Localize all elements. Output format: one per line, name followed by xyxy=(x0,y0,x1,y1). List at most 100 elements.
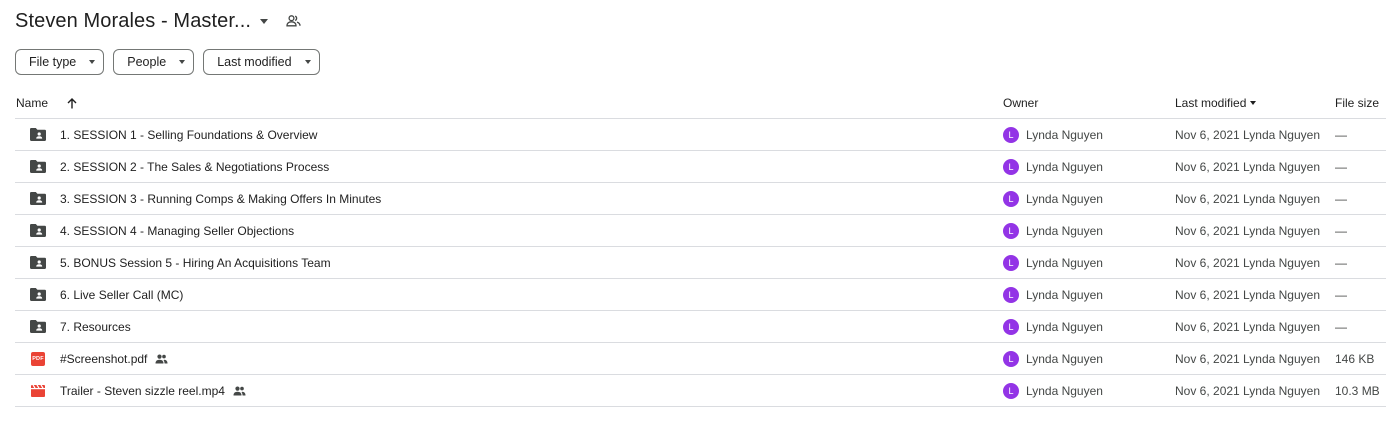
column-last-modified-label: Last modified xyxy=(1175,96,1247,110)
avatar: L xyxy=(1003,286,1019,303)
dropdown-caret-icon xyxy=(89,60,96,64)
owner-cell: L Lynda Nguyen xyxy=(1003,119,1103,150)
last-modified: Nov 6, 2021 Lynda Nguyen xyxy=(1175,255,1320,270)
column-file-size-label: File size xyxy=(1335,96,1380,110)
table-row[interactable]: PDF #Screenshot.pdf L Lynda Nguyen Nov 6… xyxy=(15,343,1386,375)
shared-folder-icon xyxy=(30,215,46,246)
owner-cell: L Lynda Nguyen xyxy=(1003,279,1103,310)
file-name-cell: Trailer - Steven sizzle reel.mp4 xyxy=(60,375,246,406)
column-header-name[interactable]: Name xyxy=(16,88,77,118)
avatar: L xyxy=(1003,254,1019,271)
arrow-up-icon[interactable] xyxy=(67,97,77,109)
shared-folder-icon xyxy=(30,151,46,182)
table-row[interactable]: 4. SESSION 4 - Managing Seller Objection… xyxy=(15,215,1386,247)
owner-name: Lynda Nguyen xyxy=(1026,127,1103,142)
avatar: L xyxy=(1003,382,1019,399)
owner-name: Lynda Nguyen xyxy=(1026,255,1103,270)
table-row[interactable]: 6. Live Seller Call (MC) L Lynda Nguyen … xyxy=(15,279,1386,311)
file-type-filter[interactable]: File type xyxy=(15,49,105,75)
filter-label: File type xyxy=(29,55,77,69)
pdf-icon: PDF xyxy=(30,343,46,374)
owner-name: Lynda Nguyen xyxy=(1026,191,1103,206)
file-size: — xyxy=(1335,127,1347,142)
shared-folder-icon xyxy=(30,247,46,278)
file-name[interactable]: Trailer - Steven sizzle reel.mp4 xyxy=(60,384,225,398)
file-size: — xyxy=(1335,319,1347,334)
file-size: — xyxy=(1335,287,1347,302)
last-modified: Nov 6, 2021 Lynda Nguyen xyxy=(1175,223,1320,238)
file-name[interactable]: 4. SESSION 4 - Managing Seller Objection… xyxy=(60,215,294,246)
column-owner-label: Owner xyxy=(1003,96,1039,110)
table-row[interactable]: 1. SESSION 1 - Selling Foundations & Ove… xyxy=(15,119,1386,151)
column-header-file-size[interactable]: File size xyxy=(1335,88,1379,118)
table-row[interactable]: 7. Resources L Lynda Nguyen Nov 6, 2021 … xyxy=(15,311,1386,343)
column-header-owner[interactable]: Owner xyxy=(1003,88,1038,118)
last-modified: Nov 6, 2021 Lynda Nguyen xyxy=(1175,383,1320,398)
filter-label: People xyxy=(127,55,167,69)
table-row[interactable]: 3. SESSION 3 - Running Comps & Making Of… xyxy=(15,183,1386,215)
file-size: 146 KB xyxy=(1335,351,1375,366)
avatar: L xyxy=(1003,318,1019,335)
last-modified: Nov 6, 2021 Lynda Nguyen xyxy=(1175,287,1320,302)
shared-folder-icon xyxy=(30,311,46,342)
file-size: — xyxy=(1335,223,1347,238)
owner-name: Lynda Nguyen xyxy=(1026,319,1103,334)
owner-name: Lynda Nguyen xyxy=(1026,159,1103,174)
video-icon xyxy=(30,375,46,406)
owner-name: Lynda Nguyen xyxy=(1026,383,1103,398)
file-name[interactable]: 5. BONUS Session 5 - Hiring An Acquisiti… xyxy=(60,247,331,278)
file-name[interactable]: 3. SESSION 3 - Running Comps & Making Of… xyxy=(60,183,381,214)
owner-cell: L Lynda Nguyen xyxy=(1003,183,1103,214)
file-name[interactable]: 6. Live Seller Call (MC) xyxy=(60,279,183,310)
shared-people-icon xyxy=(155,354,168,364)
owner-cell: L Lynda Nguyen xyxy=(1003,343,1103,374)
file-name[interactable]: 1. SESSION 1 - Selling Foundations & Ove… xyxy=(60,119,317,150)
last-modified: Nov 6, 2021 Lynda Nguyen xyxy=(1175,159,1320,174)
shared-folder-icon xyxy=(30,183,46,214)
dropdown-caret-icon xyxy=(179,60,186,64)
people-filter[interactable]: People xyxy=(113,49,195,75)
owner-cell: L Lynda Nguyen xyxy=(1003,151,1103,182)
file-name-cell: #Screenshot.pdf xyxy=(60,343,168,374)
owner-cell: L Lynda Nguyen xyxy=(1003,375,1103,406)
dropdown-caret-icon xyxy=(304,60,311,64)
shared-folder-icon xyxy=(30,279,46,310)
people-icon[interactable] xyxy=(286,15,301,27)
last-modified: Nov 6, 2021 Lynda Nguyen xyxy=(1175,319,1320,334)
owner-name: Lynda Nguyen xyxy=(1026,287,1103,302)
filter-label: Last modified xyxy=(217,55,292,69)
file-size: — xyxy=(1335,159,1347,174)
column-header-last-modified[interactable]: Last modified xyxy=(1175,88,1257,118)
filter-bar: File type People Last modified xyxy=(15,49,320,75)
sort-caret-icon xyxy=(1250,101,1257,105)
file-name[interactable]: 2. SESSION 2 - The Sales & Negotiations … xyxy=(60,151,329,182)
table-row[interactable]: 2. SESSION 2 - The Sales & Negotiations … xyxy=(15,151,1386,183)
last-modified: Nov 6, 2021 Lynda Nguyen xyxy=(1175,127,1320,142)
last-modified-filter[interactable]: Last modified xyxy=(203,49,320,75)
file-size: — xyxy=(1335,191,1347,206)
table-row[interactable]: 5. BONUS Session 5 - Hiring An Acquisiti… xyxy=(15,247,1386,279)
owner-name: Lynda Nguyen xyxy=(1026,223,1103,238)
column-name-label: Name xyxy=(16,96,49,110)
last-modified: Nov 6, 2021 Lynda Nguyen xyxy=(1175,351,1320,366)
folder-title[interactable]: Steven Morales - Master... xyxy=(15,10,251,33)
avatar: L xyxy=(1003,126,1019,143)
shared-people-icon xyxy=(233,386,246,396)
avatar: L xyxy=(1003,222,1019,239)
owner-cell: L Lynda Nguyen xyxy=(1003,247,1103,278)
file-name[interactable]: #Screenshot.pdf xyxy=(60,352,147,366)
avatar: L xyxy=(1003,350,1019,367)
owner-cell: L Lynda Nguyen xyxy=(1003,311,1103,342)
owner-cell: L Lynda Nguyen xyxy=(1003,215,1103,246)
folder-header: Steven Morales - Master... xyxy=(15,6,301,36)
owner-name: Lynda Nguyen xyxy=(1026,351,1103,366)
avatar: L xyxy=(1003,190,1019,207)
file-list: 1. SESSION 1 - Selling Foundations & Ove… xyxy=(15,119,1386,407)
avatar: L xyxy=(1003,158,1019,175)
file-size: 10.3 MB xyxy=(1335,383,1380,398)
shared-folder-icon xyxy=(30,119,46,150)
last-modified: Nov 6, 2021 Lynda Nguyen xyxy=(1175,191,1320,206)
chevron-down-icon[interactable] xyxy=(260,19,269,24)
file-name[interactable]: 7. Resources xyxy=(60,311,131,342)
table-row[interactable]: Trailer - Steven sizzle reel.mp4 L Lynda… xyxy=(15,375,1386,407)
